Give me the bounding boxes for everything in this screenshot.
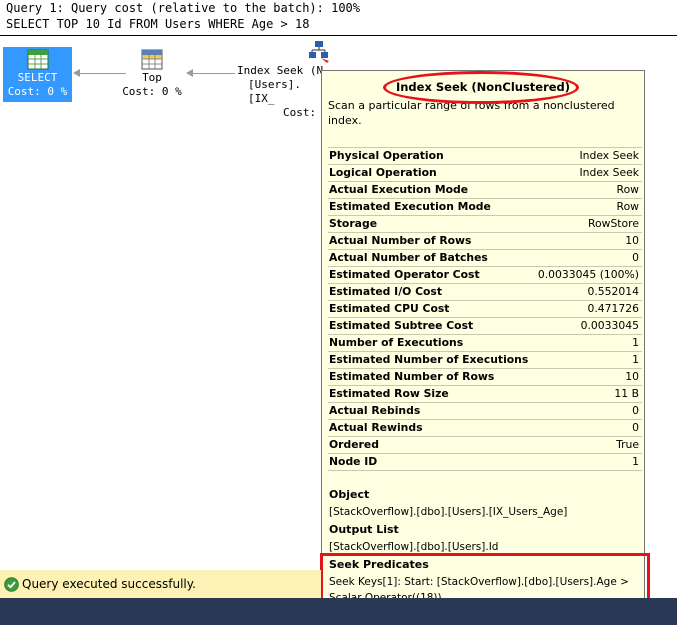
tooltip-property-row: Estimated Operator Cost 0.0033045 (100%)	[328, 266, 642, 284]
tooltip-property-row: Actual Number of Rows 10	[328, 232, 642, 250]
object-label: Object	[329, 488, 370, 501]
property-value: 1	[535, 453, 642, 471]
arrowhead-top	[186, 69, 193, 77]
top-node-cost: Cost: 0 %	[122, 85, 182, 98]
property-name: Logical Operation	[328, 164, 536, 182]
property-name: Estimated Operator Cost	[328, 266, 536, 284]
header-separator	[0, 35, 677, 36]
property-name: Actual Number of Rows	[328, 232, 536, 250]
output-list-label: Output List	[329, 523, 399, 536]
property-value: Index Seek	[535, 164, 642, 182]
select-node-label: SELECT	[17, 71, 58, 84]
property-value: RowStore	[535, 215, 642, 233]
operator-tooltip: Index Seek (NonClustered) Scan a particu…	[321, 70, 645, 605]
check-circle-icon	[4, 577, 19, 592]
index-seek-icon	[309, 41, 329, 63]
tooltip-property-row: Node ID 1	[328, 453, 642, 471]
property-value: 0.552014	[535, 283, 642, 301]
select-operator-icon	[27, 49, 48, 70]
property-value: 0.471726	[535, 300, 642, 318]
property-value: Row	[535, 198, 642, 216]
tooltip-property-row: Estimated CPU Cost 0.471726	[328, 300, 642, 318]
property-value: 10	[535, 232, 642, 250]
property-value: 0.0033045 (100%)	[535, 266, 642, 284]
tooltip-property-row: Number of Executions 1	[328, 334, 642, 352]
tooltip-property-row: Ordered True	[328, 436, 642, 454]
plan-node-select[interactable]: SELECT Cost: 0 %	[3, 47, 72, 102]
tooltip-property-row: Estimated Number of Executions 1	[328, 351, 642, 369]
title-highlight-oval	[383, 71, 579, 104]
tooltip-property-row: Actual Execution Mode Row	[328, 181, 642, 199]
tooltip-properties-table: Physical Operation Index Seek Logical Oper…	[328, 147, 642, 471]
property-name: Estimated Number of Rows	[328, 368, 536, 386]
tooltip-property-row: Actual Rewinds 0	[328, 419, 642, 437]
property-value: 11 B	[535, 385, 642, 403]
query-cost-line: Query 1: Query cost (relative to the bat…	[6, 1, 361, 15]
tooltip-property-row: Estimated Subtree Cost 0.0033045	[328, 317, 642, 335]
property-name: Estimated Number of Executions	[328, 351, 536, 369]
property-name: Actual Rewinds	[328, 419, 536, 437]
tooltip-property-row: Actual Rebinds 0	[328, 402, 642, 420]
property-name: Actual Rebinds	[328, 402, 536, 420]
tooltip-property-row: Estimated I/O Cost 0.552014	[328, 283, 642, 301]
property-name: Actual Number of Batches	[328, 249, 536, 267]
tooltip-property-row: Estimated Number of Rows 10	[328, 368, 642, 386]
property-value: True	[535, 436, 642, 454]
property-value: 0	[535, 402, 642, 420]
seek-node-line2: [Users].[IX_	[248, 78, 301, 105]
property-value: Row	[535, 181, 642, 199]
property-name: Estimated CPU Cost	[328, 300, 536, 318]
property-value: Index Seek	[535, 147, 642, 165]
tooltip-property-row: Actual Number of Batches 0	[328, 249, 642, 267]
plan-node-index-seek[interactable]: Index Seek (N [Users].[IX_ Cost:	[228, 40, 329, 120]
tooltip-property-row: Physical Operation Index Seek	[328, 147, 642, 165]
top-node-label: Top	[142, 71, 162, 84]
property-name: Physical Operation	[328, 147, 536, 165]
top-operator-icon	[141, 49, 163, 70]
property-value: 1	[535, 334, 642, 352]
property-name: Number of Executions	[328, 334, 536, 352]
arrowhead-select	[73, 69, 80, 77]
property-value: 0	[535, 249, 642, 267]
property-value: 0	[535, 419, 642, 437]
property-name: Estimated I/O Cost	[328, 283, 536, 301]
bottom-bar	[0, 598, 677, 625]
query-sql-text: SELECT TOP 10 Id FROM Users WHERE Age > …	[6, 17, 310, 31]
property-name: Node ID	[328, 453, 536, 471]
tooltip-property-row: Estimated Execution Mode Row	[328, 198, 642, 216]
object-value: [StackOverflow].[dbo].[Users].[IX_Users_…	[329, 506, 568, 518]
property-name: Estimated Subtree Cost	[328, 317, 536, 335]
property-value: 10	[535, 368, 642, 386]
select-node-cost: Cost: 0 %	[7, 85, 68, 98]
property-name: Storage	[328, 215, 536, 233]
property-name: Ordered	[328, 436, 536, 454]
status-text: Query executed successfully.	[22, 577, 196, 591]
property-name: Estimated Row Size	[328, 385, 536, 403]
property-name: Actual Execution Mode	[328, 181, 536, 199]
property-value: 0.0033045	[535, 317, 642, 335]
tooltip-property-row: Estimated Row Size 11 B	[328, 385, 642, 403]
tooltip-property-row: Logical Operation Index Seek	[328, 164, 642, 182]
tooltip-property-row: Storage RowStore	[328, 215, 642, 233]
plan-node-top[interactable]: Top Cost: 0 %	[120, 47, 184, 99]
seek-node-line1: Index Seek (N	[237, 64, 324, 77]
seek-node-line3: Cost:	[283, 106, 317, 119]
property-name: Estimated Execution Mode	[328, 198, 536, 216]
property-value: 1	[535, 351, 642, 369]
